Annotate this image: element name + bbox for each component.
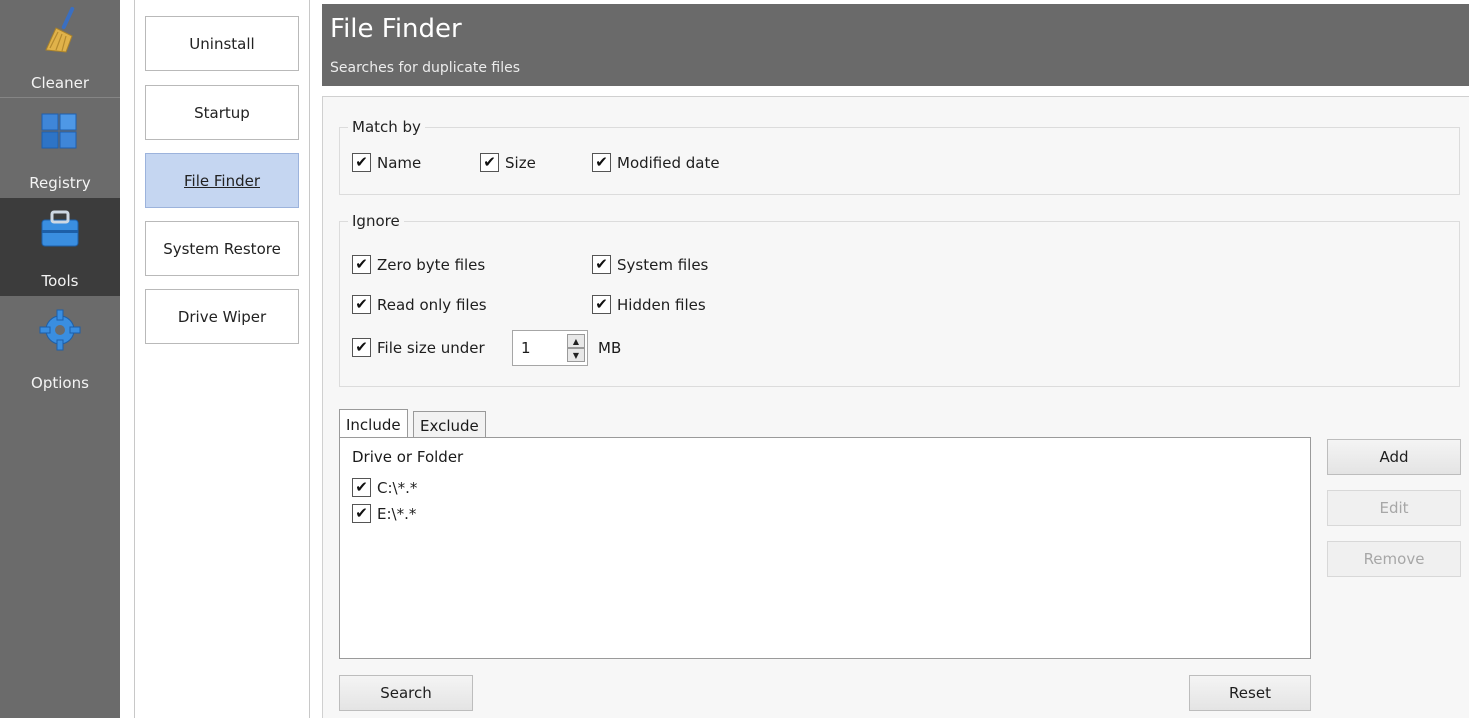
ignore-group: Ignore ✔ Zero byte files ✔ System files … [339, 212, 1460, 387]
divider [0, 97, 120, 98]
main-sidebar: Cleaner Registry Tools Options [0, 0, 120, 718]
checkbox-label: Zero byte files [377, 255, 486, 274]
file-finder-panel: Match by ✔ Name ✔ Size ✔ Modified date I… [322, 96, 1469, 718]
page-subtitle: Searches for duplicate files [330, 60, 521, 76]
checkbox-label: File size under [377, 338, 485, 357]
tools-subnav: Uninstall Startup File Finder System Res… [134, 0, 310, 718]
check-icon: ✔ [352, 255, 371, 274]
broom-icon [36, 6, 84, 54]
checkbox-label: Size [505, 153, 536, 172]
search-button[interactable]: Search [339, 675, 473, 711]
checkbox-label: Read only files [377, 295, 487, 314]
sidebar-item-label: Registry [29, 174, 91, 192]
sidebar-item-label: Cleaner [31, 74, 89, 92]
check-icon: ✔ [352, 295, 371, 314]
check-icon: ✔ [352, 504, 371, 523]
ignore-size-under-checkbox[interactable]: ✔ File size under [352, 338, 485, 357]
check-icon: ✔ [592, 153, 611, 172]
ignore-read-only-checkbox[interactable]: ✔ Read only files [352, 295, 487, 314]
check-icon: ✔ [480, 153, 499, 172]
checkbox-label: Modified date [617, 153, 720, 172]
size-under-value[interactable]: 1 [521, 339, 531, 357]
list-item-path: E:\*.* [377, 504, 417, 523]
remove-button[interactable]: Remove [1327, 541, 1461, 577]
check-icon: ✔ [352, 338, 371, 357]
subnav-file-finder[interactable]: File Finder [145, 153, 299, 208]
size-under-stepper[interactable]: 1 ▲ ▼ [512, 330, 588, 366]
add-button[interactable]: Add [1327, 439, 1461, 475]
match-by-group: Match by ✔ Name ✔ Size ✔ Modified date [339, 118, 1460, 195]
page-title: File Finder [330, 14, 462, 44]
list-item[interactable]: ✔ C:\*.* [352, 478, 417, 497]
ignore-system-files-checkbox[interactable]: ✔ System files [592, 255, 708, 274]
toolbox-icon [36, 204, 84, 252]
edit-button[interactable]: Edit [1327, 490, 1461, 526]
page-header: File Finder Searches for duplicate files [322, 4, 1469, 86]
sidebar-item-cleaner[interactable]: Cleaner [0, 0, 120, 98]
stepper-buttons: ▲ ▼ [567, 334, 585, 362]
subnav-drive-wiper[interactable]: Drive Wiper [145, 289, 299, 344]
match-size-checkbox[interactable]: ✔ Size [480, 153, 536, 172]
ignore-legend: Ignore [348, 212, 404, 230]
list-item[interactable]: ✔ E:\*.* [352, 504, 416, 523]
stepper-down-arrow-icon[interactable]: ▼ [567, 348, 585, 362]
checkbox-label: System files [617, 255, 709, 274]
subnav-startup[interactable]: Startup [145, 85, 299, 140]
list-item-path: C:\*.* [377, 478, 418, 497]
size-unit-label: MB [598, 339, 622, 357]
sidebar-item-registry[interactable]: Registry [0, 100, 120, 198]
tab-include[interactable]: Include [339, 409, 408, 439]
sidebar-item-label: Tools [41, 272, 79, 290]
match-by-legend: Match by [348, 118, 425, 136]
subnav-system-restore[interactable]: System Restore [145, 221, 299, 276]
list-column-header: Drive or Folder [352, 448, 464, 466]
registry-cubes-icon [36, 106, 84, 154]
check-icon: ✔ [592, 255, 611, 274]
ignore-zero-byte-checkbox[interactable]: ✔ Zero byte files [352, 255, 485, 274]
gear-icon [36, 306, 84, 354]
sidebar-item-label: Options [31, 374, 89, 392]
include-folder-list[interactable]: Drive or Folder ✔ C:\*.* ✔ E:\*.* [339, 437, 1311, 659]
checkbox-label: Hidden files [617, 295, 706, 314]
match-name-checkbox[interactable]: ✔ Name [352, 153, 421, 172]
check-icon: ✔ [352, 153, 371, 172]
reset-button[interactable]: Reset [1189, 675, 1311, 711]
stepper-up-arrow-icon[interactable]: ▲ [567, 334, 585, 348]
ignore-hidden-files-checkbox[interactable]: ✔ Hidden files [592, 295, 706, 314]
checkbox-label: Name [377, 153, 422, 172]
check-icon: ✔ [592, 295, 611, 314]
tab-exclude[interactable]: Exclude [413, 411, 486, 439]
check-icon: ✔ [352, 478, 371, 497]
sidebar-item-options[interactable]: Options [0, 300, 120, 398]
match-modified-date-checkbox[interactable]: ✔ Modified date [592, 153, 720, 172]
subnav-uninstall[interactable]: Uninstall [145, 16, 299, 71]
sidebar-item-tools[interactable]: Tools [0, 198, 120, 296]
